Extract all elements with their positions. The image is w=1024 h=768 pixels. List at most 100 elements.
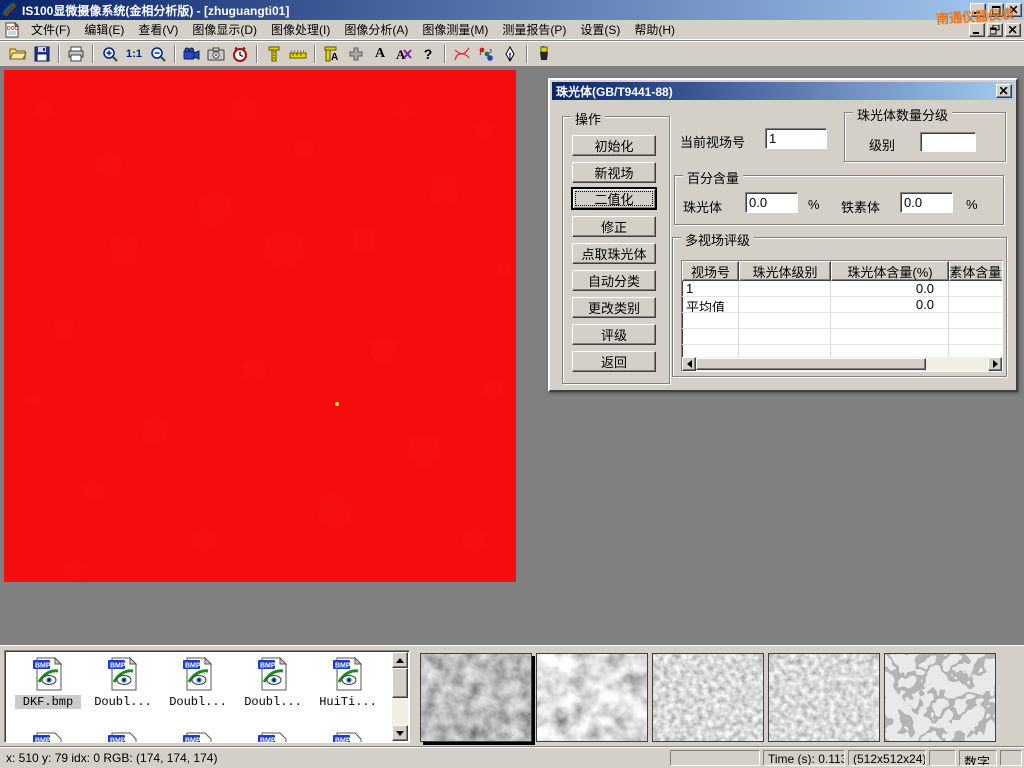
move-tool-button[interactable] — [344, 43, 368, 65]
zoom-actual-button[interactable]: 1:1 — [122, 43, 146, 65]
table-row[interactable]: 平均值 0.0 — [682, 297, 1002, 313]
current-view-input[interactable]: 1 — [765, 128, 827, 149]
text-tool-button[interactable]: A — [368, 43, 392, 65]
menu-image-display[interactable]: 图像显示(D) — [185, 19, 264, 40]
thumbnail-3[interactable] — [652, 653, 764, 742]
thumbnail-5[interactable] — [884, 653, 996, 742]
save-button[interactable] — [30, 43, 54, 65]
cell: 平均值 — [682, 297, 739, 313]
print-button[interactable] — [64, 43, 88, 65]
change-class-button[interactable]: 更改类别 — [572, 297, 656, 318]
auto-classify-button[interactable]: 自动分类 — [572, 270, 656, 291]
file-item[interactable]: BMP DKF.bmp — [15, 656, 81, 709]
menu-file[interactable]: 文件(F) — [24, 19, 77, 40]
mdi-close-button[interactable] — [1005, 23, 1021, 37]
toolbar-separator — [314, 45, 316, 63]
application-window: IS100显微摄像系统(金相分析版) - [zhuguangti01] 南通仪器… — [0, 0, 1024, 768]
file-item[interactable]: BMP Doubl... — [90, 656, 156, 709]
menu-settings[interactable]: 设置(S) — [573, 19, 627, 40]
pen-tool-button[interactable] — [498, 43, 522, 65]
table-horizontal-scrollbar[interactable] — [682, 357, 1002, 371]
dialog-title-bar[interactable]: 珠光体(GB/T9441-88) — [552, 82, 1014, 100]
open-button[interactable] — [6, 43, 30, 65]
table-row[interactable]: 1 0.0 — [682, 281, 1002, 297]
grade-input[interactable] — [920, 132, 976, 152]
file-item[interactable]: BMP Doubl... — [165, 656, 231, 709]
col-pearlite-grade[interactable]: 珠光体级别 — [739, 261, 831, 281]
scrollbar-thumb[interactable] — [392, 668, 408, 698]
mdi-minimize-button[interactable] — [969, 23, 985, 37]
zoom-in-button[interactable] — [98, 43, 122, 65]
measure-vertical-button[interactable] — [262, 43, 286, 65]
menu-view[interactable]: 查看(V) — [131, 19, 185, 40]
thumbnail-4[interactable] — [768, 653, 880, 742]
pick-pearlite-button[interactable]: 点取珠光体 — [572, 243, 656, 264]
scroll-down-button[interactable] — [392, 725, 408, 741]
thumbnail-1[interactable] — [420, 653, 532, 742]
file-item[interactable]: BMP — [90, 731, 156, 743]
operation-group-label: 操作 — [571, 109, 605, 128]
measure-text-button[interactable]: A — [320, 43, 344, 65]
classify-points-button[interactable]: 13 — [474, 43, 498, 65]
camera-capture-button[interactable] — [204, 43, 228, 65]
text-delete-button[interactable]: A — [392, 43, 416, 65]
file-item[interactable]: BMP Doubl... — [240, 656, 306, 709]
scroll-right-button[interactable] — [988, 357, 1002, 371]
minimize-button[interactable] — [970, 3, 986, 17]
cell — [739, 297, 831, 313]
svg-text:BMP: BMP — [110, 738, 126, 744]
mdi-restore-button[interactable] — [987, 23, 1003, 37]
menu-help[interactable]: 帮助(H) — [627, 19, 682, 40]
menu-edit[interactable]: 编辑(E) — [77, 19, 131, 40]
binarize-button[interactable]: 二值化 — [572, 188, 656, 209]
svg-text:BMP: BMP — [260, 738, 276, 744]
file-list-scrollbar[interactable] — [392, 652, 408, 741]
toolbar-separator — [444, 45, 446, 63]
measure-length-button[interactable] — [286, 43, 310, 65]
brush-tool-button[interactable] — [532, 43, 556, 65]
bmp-file-icon: BMP — [331, 731, 365, 743]
scrollbar-thumb[interactable] — [696, 358, 926, 370]
metallographic-image[interactable] — [4, 70, 516, 582]
svg-text:DOC: DOC — [7, 26, 19, 32]
menu-measure-report[interactable]: 测量报告(P) — [495, 19, 573, 40]
scroll-left-button[interactable] — [682, 357, 696, 371]
menu-image-measure[interactable]: 图像测量(M) — [415, 19, 495, 40]
close-button[interactable] — [1006, 3, 1022, 17]
table-row-empty — [682, 329, 1002, 345]
menu-image-analysis[interactable]: 图像分析(A) — [337, 19, 415, 40]
spline-tool-button[interactable] — [450, 43, 474, 65]
file-list[interactable]: BMP DKF.bmp BMP Doubl... BMP Doubl... BM… — [4, 650, 410, 743]
rating-table[interactable]: 视场号 珠光体级别 珠光体含量(%) 铁素体含量(%) 1 0.0 平均值 — [681, 260, 1003, 372]
grade-group-label: 珠光体数量分级 — [853, 105, 952, 124]
percent-group: 百分含量 珠光体 0.0 % 铁素体 0.0 % — [674, 175, 1004, 225]
multifield-group-label: 多视场评级 — [681, 230, 754, 249]
return-button[interactable]: 返回 — [572, 351, 656, 372]
file-item[interactable]: BMP — [315, 731, 381, 743]
pearlite-percent-input[interactable]: 0.0 — [745, 192, 798, 213]
timer-button[interactable] — [228, 43, 252, 65]
col-field-no[interactable]: 视场号 — [682, 261, 739, 281]
ferrite-label: 铁素体 — [841, 197, 880, 216]
col-ferrite-content[interactable]: 铁素体含量(%) — [949, 261, 1003, 281]
col-pearlite-content[interactable]: 珠光体含量(%) — [831, 261, 949, 281]
scroll-up-button[interactable] — [392, 652, 408, 668]
maximize-button[interactable] — [988, 3, 1004, 17]
rate-button[interactable]: 评级 — [572, 324, 656, 345]
help-button[interactable]: ? — [416, 43, 440, 65]
svg-text:BMP: BMP — [185, 738, 201, 744]
file-item[interactable]: BMP — [165, 731, 231, 743]
file-item[interactable]: BMP — [15, 731, 81, 743]
video-capture-button[interactable] — [180, 43, 204, 65]
file-item[interactable]: BMP HuiTi... — [315, 656, 381, 709]
init-button[interactable]: 初始化 — [572, 135, 656, 156]
menu-image-process[interactable]: 图像处理(I) — [264, 19, 337, 40]
thumbnail-2[interactable] — [536, 653, 648, 742]
correct-button[interactable]: 修正 — [572, 216, 656, 237]
new-field-button[interactable]: 新视场 — [572, 162, 656, 183]
dialog-close-button[interactable] — [996, 84, 1012, 98]
file-item[interactable]: BMP — [240, 731, 306, 743]
document-icon[interactable]: DOC — [4, 22, 20, 38]
ferrite-percent-input[interactable]: 0.0 — [900, 192, 953, 213]
zoom-out-button[interactable] — [146, 43, 170, 65]
